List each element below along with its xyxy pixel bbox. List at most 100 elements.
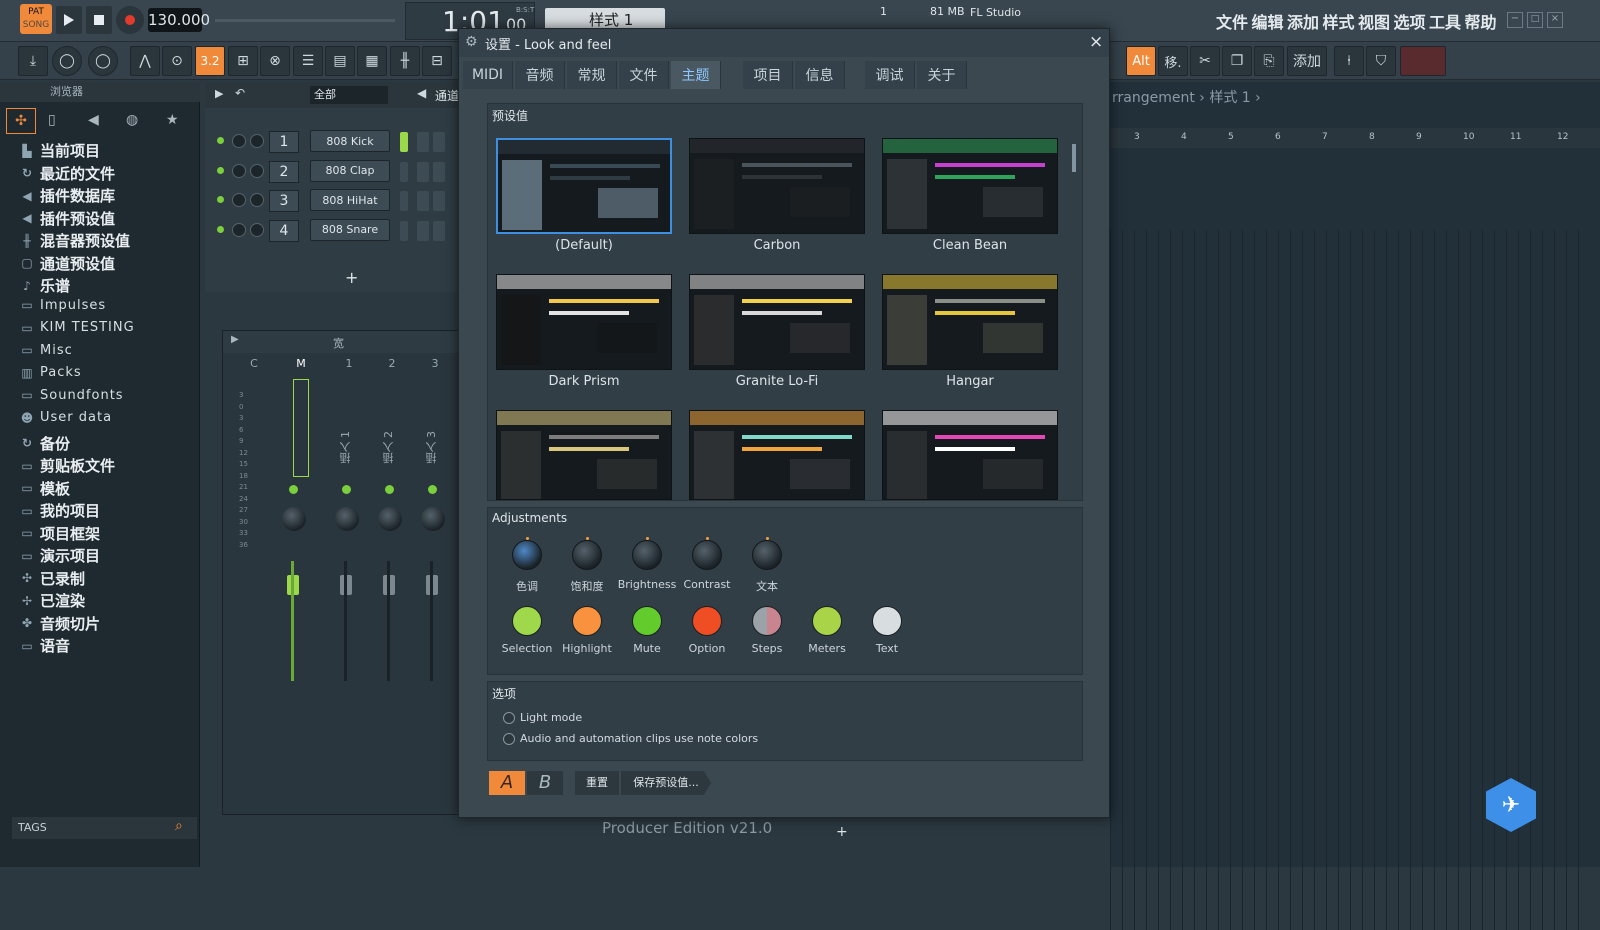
mixer-pan-knob[interactable] [421, 507, 445, 531]
browser-item[interactable]: ✢ 已渲染 [20, 590, 85, 611]
menu-item[interactable]: 样式 [1323, 9, 1355, 33]
browser-item[interactable]: ↻ 备份 [20, 433, 70, 454]
dialog-tab[interactable]: 文件 [619, 61, 669, 89]
wait-icon[interactable]: ⊙ [162, 46, 192, 76]
mixer-column-header[interactable]: 2 [377, 357, 407, 373]
channel-number[interactable]: 4 [269, 219, 299, 242]
adjustment-knob[interactable] [512, 537, 542, 570]
channel-step-button[interactable] [417, 132, 429, 152]
color-swatch[interactable] [572, 606, 602, 636]
channel-led-icon[interactable] [217, 225, 224, 233]
tag-search-icon[interactable]: ⌕ [175, 818, 183, 834]
channel-led-icon[interactable] [217, 196, 224, 203]
browser-tab-favorites-icon[interactable]: ★ [166, 112, 179, 128]
bottom-add-button[interactable]: + [836, 824, 848, 840]
browser-item[interactable]: ▭ 语音 [20, 635, 70, 656]
loop-record-icon[interactable]: ⊗ [260, 46, 290, 76]
menu-item[interactable]: 视图 [1358, 9, 1390, 33]
master-pitch-slider[interactable] [215, 19, 395, 22]
playlist-icon[interactable]: ☰ [293, 46, 323, 76]
channel-name-button[interactable]: 808 Kick [310, 130, 390, 152]
color-swatch[interactable] [692, 606, 722, 636]
pitch-knob[interactable]: ◯ [88, 46, 118, 76]
rack-play-icon[interactable]: ▶ [215, 87, 223, 100]
channel-step-button[interactable] [433, 191, 445, 211]
preset-thumbnail[interactable] [882, 138, 1058, 234]
channel-step-button[interactable] [417, 161, 429, 182]
marker-icon[interactable]: ⍿ [1334, 46, 1364, 76]
mixer-mute-led[interactable] [289, 485, 298, 494]
browser-item[interactable]: ▭ 模板 [20, 478, 70, 499]
mixer-pan-knob[interactable] [378, 507, 402, 531]
browser-item[interactable]: ↻ 最近的文件 [20, 163, 115, 184]
menu-item[interactable]: 文件 [1216, 9, 1248, 33]
note-colors-option[interactable]: Audio and automation clips use note colo… [503, 732, 758, 745]
reset-button[interactable]: 重置 [575, 771, 619, 795]
preset-thumbnail[interactable] [689, 274, 865, 370]
stop-button[interactable] [86, 6, 112, 34]
mixer-column-header[interactable]: C [239, 357, 269, 373]
channel-pan-knob[interactable] [232, 193, 246, 207]
step-edit-icon[interactable]: ⊞ [228, 46, 258, 76]
dialog-tab[interactable]: 调试 [865, 61, 915, 89]
browser-tab-online-icon[interactable]: ◍ [126, 112, 138, 128]
cut-icon[interactable]: ✂ [1190, 46, 1220, 76]
preset-thumbnail[interactable] [689, 138, 865, 234]
light-mode-option[interactable]: Light mode [503, 711, 582, 724]
maximize-button[interactable]: □ [1527, 12, 1543, 28]
browser-tab-all[interactable]: ✣ [6, 108, 36, 134]
channel-volume-knob[interactable] [250, 193, 264, 207]
browser-item[interactable]: ◀ 插件预设值 [20, 208, 115, 229]
channel-name-button[interactable]: 808 Clap [310, 159, 390, 182]
browser-item[interactable]: ▭ 项目框架 [20, 523, 100, 544]
browser-item[interactable]: ♪ 乐谱 [20, 275, 70, 296]
preset-b-button[interactable]: B [527, 771, 563, 795]
menu-item[interactable]: 工具 [1429, 9, 1461, 33]
browser-item[interactable]: ╫ 混音器预设值 [20, 230, 130, 251]
browser-item[interactable]: ▭ Impulses [20, 298, 106, 313]
preset-thumbnail[interactable] [496, 274, 672, 370]
channel-step-button[interactable] [417, 220, 429, 241]
browser-item[interactable]: ▭ 剪贴板文件 [20, 455, 115, 476]
rack-filter-select[interactable]: 全部 [310, 86, 388, 104]
channel-number[interactable]: 2 [269, 160, 299, 183]
mixer-mute-led[interactable] [428, 485, 437, 494]
channel-step-button[interactable] [433, 132, 445, 152]
piano-roll-icon[interactable]: ▤ [325, 46, 355, 76]
preset-thumbnail[interactable] [496, 138, 672, 234]
channel-step-button[interactable] [400, 220, 408, 241]
channel-step-button[interactable] [417, 191, 429, 211]
browser-item[interactable]: ▭ Soundfonts [20, 388, 124, 403]
color-swatch[interactable] [872, 606, 902, 636]
save-preset-button[interactable]: 保存预设值... [621, 771, 711, 795]
channel-name-button[interactable]: 808 HiHat [310, 189, 390, 211]
adjustment-knob[interactable] [632, 537, 662, 570]
color-swatch[interactable] [812, 606, 842, 636]
dialog-tab[interactable]: MIDI [463, 61, 513, 89]
browser-tab-files-icon[interactable]: ▯ [48, 112, 56, 128]
dialog-tab[interactable]: 音频 [515, 61, 565, 89]
mixer-arrow-icon[interactable]: ▶ [231, 334, 239, 345]
channel-name-button[interactable]: 808 Snare [310, 218, 390, 241]
preset-thumbnail[interactable] [882, 274, 1058, 370]
dialog-close-icon[interactable]: × [1089, 32, 1103, 52]
color-swatch[interactable] [512, 606, 542, 636]
channel-pan-knob[interactable] [232, 163, 246, 178]
browser-item[interactable]: ▭ KIM TESTING [20, 320, 135, 335]
browser-item[interactable]: ✤ 音频切片 [20, 613, 100, 634]
channel-pan-knob[interactable] [232, 134, 246, 148]
channel-number[interactable]: 1 [269, 131, 299, 153]
channel-number[interactable]: 3 [269, 190, 299, 212]
browser-icon[interactable]: ⊟ [422, 46, 452, 76]
browser-item[interactable]: ✣ 已录制 [20, 568, 85, 589]
close-app-button[interactable]: × [1547, 12, 1563, 28]
rack-speaker-icon[interactable]: ◀ [417, 86, 426, 100]
download-icon[interactable]: ⤓ [18, 46, 48, 76]
record-button[interactable] [116, 6, 144, 34]
add-button[interactable]: 添加 [1287, 46, 1327, 76]
channel-volume-knob[interactable] [250, 134, 264, 148]
snap-button[interactable]: 3.2 [195, 46, 225, 76]
dialog-tab[interactable]: 常规 [567, 61, 617, 89]
menu-item[interactable]: 帮助 [1465, 9, 1497, 33]
channel-led-icon[interactable] [217, 166, 224, 174]
